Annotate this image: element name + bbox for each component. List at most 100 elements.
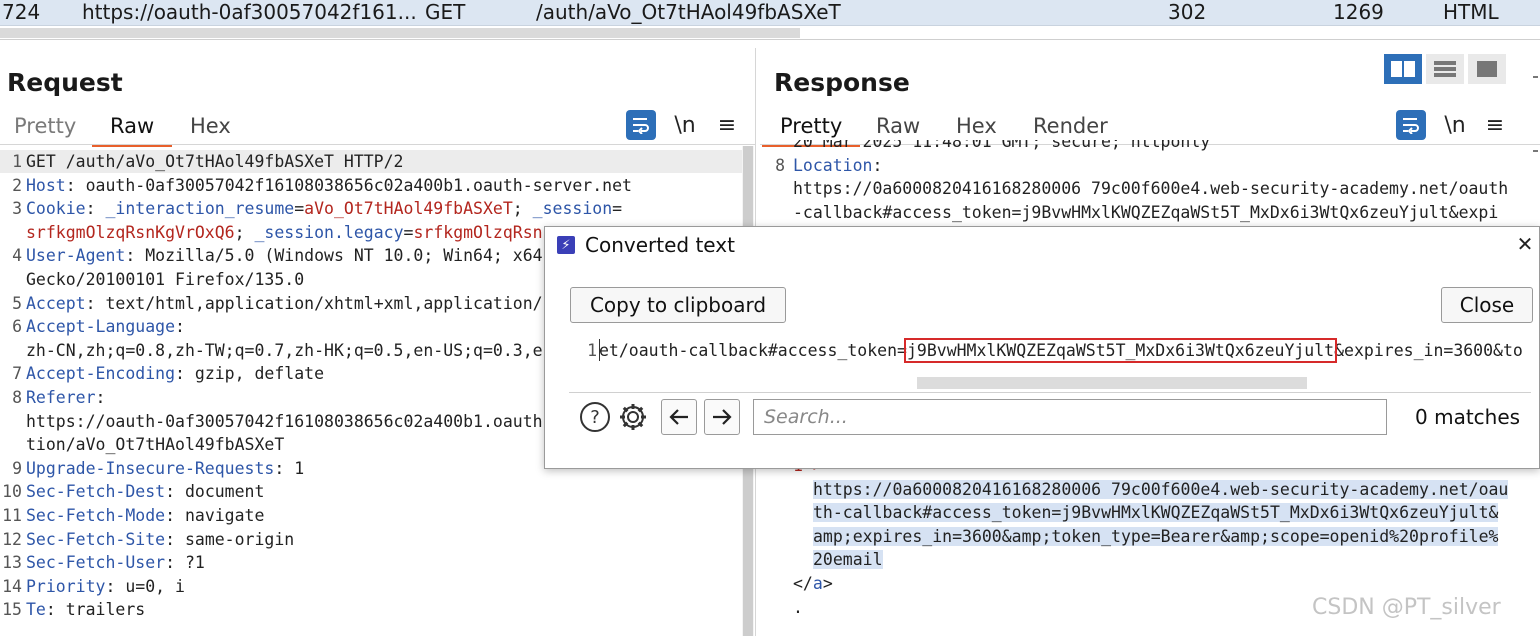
history-scroll-thumb[interactable] — [0, 28, 800, 38]
tab-hex[interactable]: Hex — [190, 114, 231, 138]
single-pane-icon — [1477, 61, 1497, 77]
line-number: 11 — [2, 506, 22, 525]
line-text: Sec-Fetch-Site: same-origin — [26, 530, 294, 549]
line-number: 10 — [2, 482, 22, 502]
line-text: Accept-Encoding: gzip, deflate — [26, 364, 324, 383]
line-number: 1 — [587, 341, 597, 360]
text-segment: amp;expires_in=3600&amp;token_type=Beare… — [813, 526, 1499, 546]
response-title: Response — [774, 68, 910, 97]
view-single-pane-button[interactable] — [1468, 54, 1506, 84]
history-path: /auth/aVo_Ot7tHAol49fbASXeT — [536, 0, 841, 24]
settings-button[interactable] — [615, 399, 651, 435]
view-split-vertical-button[interactable] — [1384, 54, 1422, 84]
text-segment: Gecko/20100101 Firefox/135.0 — [26, 270, 305, 289]
wrap-lines-icon — [633, 118, 649, 134]
copy-to-clipboard-button[interactable]: Copy to clipboard — [570, 287, 786, 323]
text-segment: : navigate — [165, 506, 265, 525]
line-text: zh-CN,zh;q=0.8,zh-TW;q=0.7,zh-HK;q=0.5,e… — [26, 341, 543, 360]
line-text: Location: — [793, 156, 882, 175]
line-text: 20email — [813, 550, 883, 570]
text-segment: = — [294, 199, 305, 219]
line-text: Gecko/20100101 Firefox/135.0 — [26, 270, 304, 289]
menu-icon[interactable]: ≡ — [712, 110, 742, 140]
wrap-lines-icon — [1403, 118, 1419, 134]
text-segment: -callback#access_token=j9BvwHMxlKWQZEZqa… — [793, 202, 1499, 222]
text-segment: : u=0, i — [105, 576, 185, 596]
newline-toggle-button[interactable]: \n — [670, 110, 700, 140]
line-text: Sec-Fetch-Dest: document — [26, 482, 264, 501]
dialog-titlebar[interactable]: ⚡ Converted text ✕ — [545, 227, 1539, 263]
line-text: Accept-Language: — [26, 317, 185, 336]
text-segment: zh-CN,zh;q=0.8,zh-TW;q=0.7,zh-HK;q=0.5,e… — [26, 340, 543, 360]
wrap-lines-button[interactable] — [1396, 110, 1426, 140]
header-name: Te — [26, 600, 46, 620]
line-text: https://0a6000820416168280006 79c00f600e… — [813, 479, 1509, 499]
text-segment: 20 Mar 2025 11:48:01 GMT; secure; httpon… — [793, 140, 1211, 151]
close-button[interactable]: Close — [1441, 287, 1533, 323]
text-segment: = — [612, 199, 623, 219]
text-segment: : 1 — [274, 458, 305, 478]
tab-raw[interactable]: Raw — [876, 114, 920, 138]
line-number: 2 — [12, 175, 22, 195]
next-match-button[interactable] — [704, 399, 740, 435]
line-number: 4 — [12, 246, 22, 266]
tab-pretty[interactable]: Pretty — [14, 114, 76, 138]
line-text: Cookie: _interaction_resume=aVo_Ot7tHAol… — [26, 199, 622, 218]
text-segment: ; — [234, 222, 255, 242]
burp-bolt-icon: ⚡ — [557, 236, 575, 254]
menu-icon[interactable]: ≡ — [1480, 110, 1510, 140]
header-name: _interaction_resume — [105, 199, 295, 219]
converted-text-area[interactable]: 1 et/oauth-callback#access_token=j9BvwHM… — [569, 331, 1531, 379]
header-name: a — [812, 574, 823, 593]
text-segment: th-callback#access_token=j9BvwHMxlKWQZEZ… — [813, 503, 1499, 523]
header-name: Sec-Fetch-User — [26, 553, 166, 573]
line-number: 1 — [12, 152, 22, 171]
text-after: &expires_in=3600&to — [1334, 341, 1523, 360]
arrow-right-icon — [713, 409, 732, 425]
line-text: . — [793, 598, 803, 617]
header-name: Upgrade-Insecure-Requests — [26, 458, 275, 478]
newline-toggle-button[interactable]: \n — [1440, 110, 1470, 140]
header-name: Sec-Fetch-Dest — [26, 482, 166, 502]
line-number: 7 — [12, 364, 22, 384]
line-number: 12 — [2, 529, 22, 549]
tab-pretty[interactable]: Pretty — [761, 114, 861, 147]
search-input[interactable] — [753, 399, 1387, 435]
text-segment: : same-origin — [165, 529, 295, 549]
text-segment: : text/html,application/xhtml+xml,applic… — [85, 293, 543, 313]
split-vertical-icon — [1391, 61, 1415, 77]
previous-match-button[interactable] — [661, 399, 697, 435]
close-icon[interactable]: ✕ — [1513, 232, 1537, 256]
text-segment: : Mozilla/5.0 (Windows NT 10.0; Win64; x… — [125, 246, 543, 266]
history-selected-row[interactable]: 724 https://oauth-0af30057042f161... GET… — [0, 0, 1540, 26]
line-text: Sec-Fetch-User: ?1 — [26, 553, 205, 572]
match-count: 0 matches — [1415, 405, 1521, 429]
split-horizontal-icon — [1434, 61, 1456, 77]
line-number: 3 — [12, 199, 22, 219]
header-name: Cookie — [26, 199, 86, 219]
view-split-horizontal-button[interactable] — [1426, 54, 1464, 84]
tab-hex[interactable]: Hex — [956, 114, 997, 138]
history-scrollbar[interactable] — [0, 26, 1540, 40]
watermark: CSDN @PT_silver — [1312, 595, 1501, 620]
help-button[interactable]: ? — [577, 399, 613, 435]
horizontal-scroll-thumb[interactable] — [917, 377, 1307, 389]
line-text: srfkgmOlzqRsnKgVrOxQ6; _session.legacy=s… — [26, 223, 543, 242]
text-segment: : — [95, 388, 106, 407]
wrap-lines-button[interactable] — [626, 110, 656, 140]
text-segment: https://0a6000820416168280006 79c00f600e… — [793, 179, 1509, 199]
line-text: -callback#access_token=j9BvwHMxlKWQZEZqa… — [793, 203, 1498, 222]
text-segment: tion/aVo_Ot7tHAol49fbASXeT — [26, 435, 285, 455]
text-segment: 20email — [813, 550, 883, 570]
tab-raw[interactable]: Raw — [91, 114, 173, 147]
arrow-left-icon — [669, 409, 688, 425]
line-text: https://0a6000820416168280006 79c00f600e… — [793, 179, 1508, 198]
line-text: Upgrade-Insecure-Requests: 1 — [26, 459, 304, 478]
tab-render[interactable]: Render — [1033, 114, 1108, 138]
header-name: Accept-Language — [26, 317, 176, 337]
history-status: 302 — [1168, 0, 1207, 24]
history-id: 724 — [2, 0, 41, 24]
divider — [1533, 150, 1538, 152]
svg-text:?: ? — [590, 407, 600, 428]
line-number: 8 — [775, 155, 785, 175]
